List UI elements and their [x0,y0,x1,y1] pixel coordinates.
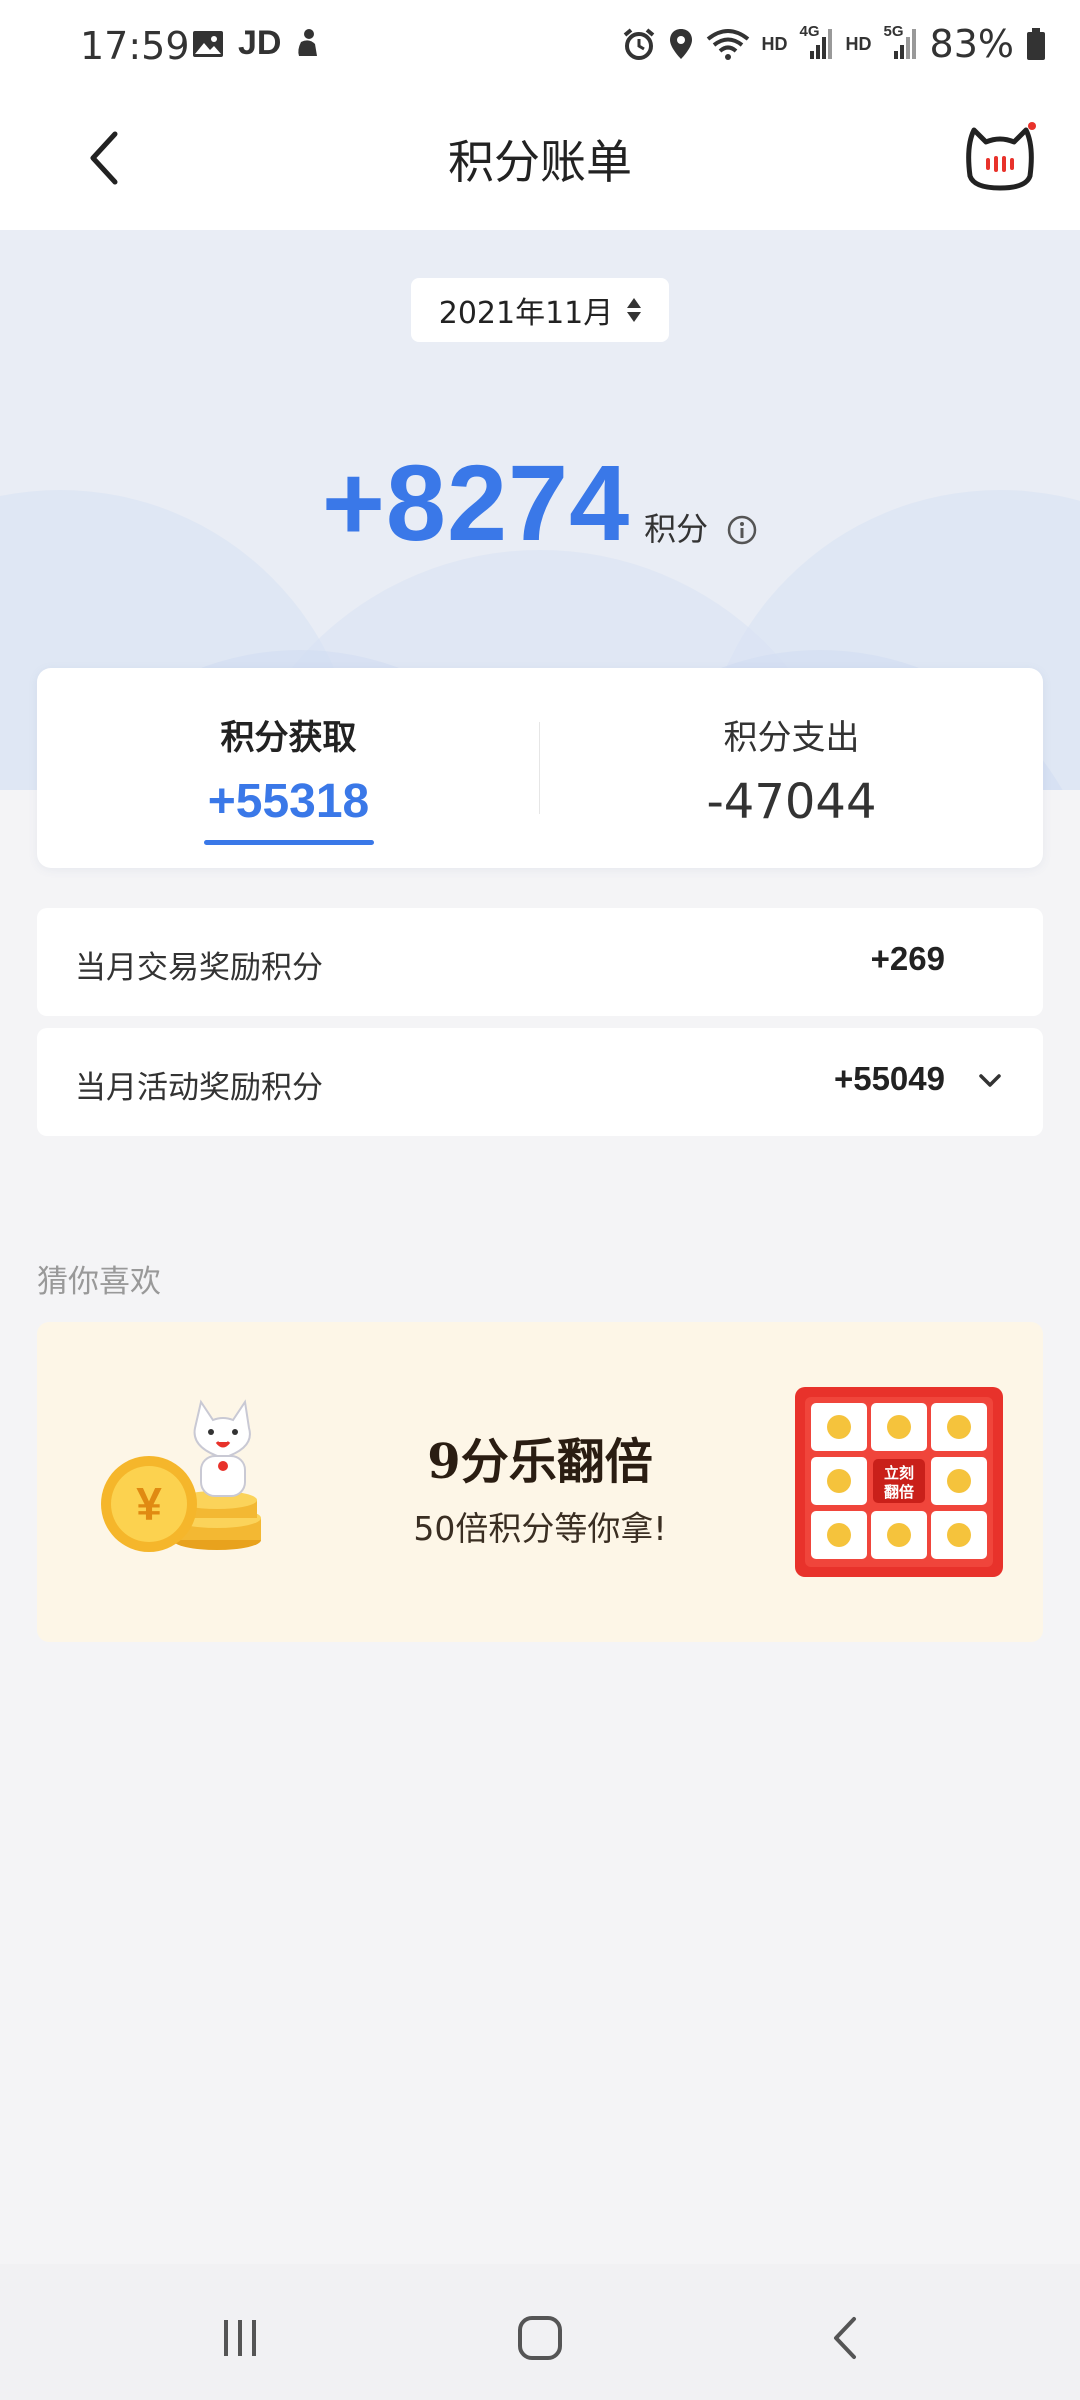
grid-badge-text-1: 立刻 [884,1464,914,1482]
signal-1: 4G [800,23,834,61]
mascot-button[interactable] [960,116,1040,196]
location-icon [669,29,692,59]
detail-value: +55049 [833,1060,945,1097]
nav-bar: 积分账单 [0,92,1080,230]
status-right-icons: HD 4G HD 5G 83% [622,22,1046,66]
status-bar: 17:59 JD HD 4G HD 5G 83% [0,0,1080,92]
system-back-button[interactable] [816,2308,876,2368]
network-1-label: HD [761,33,788,54]
signal-2: 5G [884,23,918,61]
battery-percent: 83% [929,22,1014,66]
detail-label: 当月交易奖励积分 [75,950,323,986]
sort-arrows-icon [627,298,642,322]
recent-apps-icon [224,2320,256,2356]
spend-tab[interactable]: 积分支出 -47044 [540,668,1043,868]
month-label: 2021年11月 [438,296,614,331]
detail-row-activity[interactable]: 当月活动奖励积分 +55049 [37,1028,1043,1136]
grid-badge-text-2: 翻倍 [884,1483,914,1501]
signal-1-icon [809,29,832,59]
section-title-recommend: 猜你喜欢 [37,1264,161,1300]
spend-value: -47044 [706,774,877,830]
promo-banner[interactable]: ¥ 9分乐翻倍 50倍积分等你拿! 立刻 翻倍 [37,1322,1043,1642]
total-points-value: +8274 [321,442,631,563]
month-picker[interactable]: 2021年11月 [411,278,669,342]
status-left-icons: JD [192,24,321,63]
alarm-icon [623,28,654,60]
system-back-icon [834,2317,856,2359]
detail-row-trade[interactable]: 当月交易奖励积分 +269 [37,908,1043,1016]
recent-apps-button[interactable] [210,2308,270,2368]
total-points-unit: 积分 [644,510,709,548]
earn-tab[interactable]: 积分获取 +55318 [37,668,540,868]
jd-indicator: JD [238,24,282,62]
detail-label: 当月活动奖励积分 [75,1070,323,1106]
chevron-down-icon[interactable] [975,1066,1005,1096]
system-nav-bar [0,2264,1080,2400]
home-button[interactable] [510,2308,570,2368]
network-2-label: HD [845,33,872,54]
spend-label: 积分支出 [723,718,860,758]
info-icon[interactable] [726,514,758,546]
cat-mascot-icon [966,122,1036,191]
earn-value: +55318 [207,775,370,828]
lottery-grid-illustration: 立刻 翻倍 [795,1387,1003,1577]
wifi-icon [706,29,749,60]
signal-2-icon [893,29,916,59]
lottery-grid-icon: 立刻 翻倍 [795,1387,1003,1577]
battery-icon [1027,28,1045,60]
active-tab-underline [204,840,374,845]
notification-figure-icon [298,28,318,56]
status-time: 17:59 [80,24,190,68]
detail-value: +269 [870,940,945,977]
points-summary-card: 积分获取 +55318 积分支出 -47044 [37,668,1043,868]
gallery-icon [193,30,223,57]
earn-label: 积分获取 [220,718,357,758]
home-icon [518,2316,562,2360]
page-title: 积分账单 [448,135,632,189]
total-points-row: +8274 积分 [0,440,1080,565]
